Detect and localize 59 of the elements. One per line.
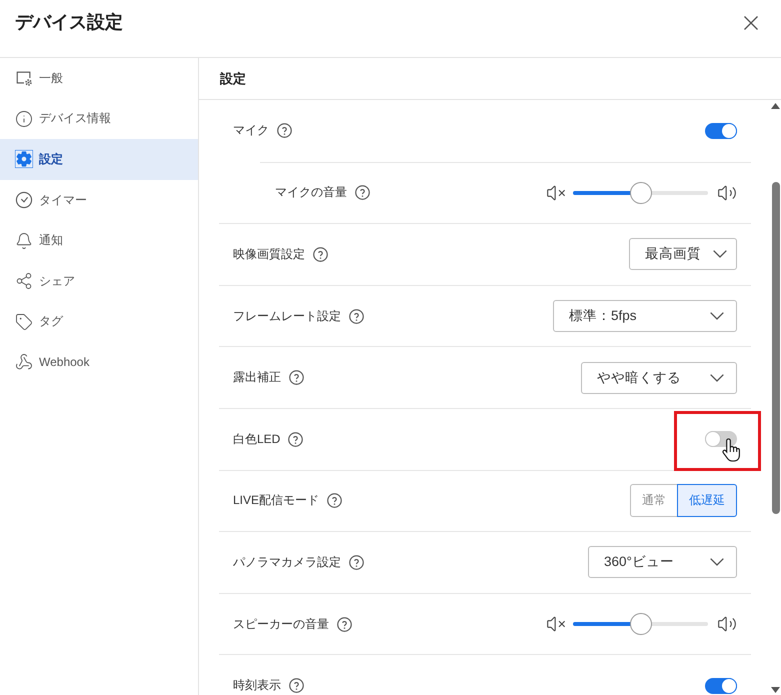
info-icon [15,110,33,128]
monitor-gear-icon [15,69,33,88]
sidebar-item[interactable]: 設定 [0,139,198,180]
dialog-title: デバイス設定 [15,11,123,33]
toggle-switch[interactable] [705,431,737,448]
settings-icon [15,150,33,168]
setting-label: パノラマカメラ設定 [233,554,341,571]
help-icon[interactable] [327,493,342,508]
tag-icon [15,312,33,331]
setting-label: 映像画質設定 [233,246,305,263]
sidebar-item[interactable]: タイマー [0,180,198,220]
segment-option[interactable]: 通常 [630,484,678,518]
select-dropdown[interactable]: 360°ビュー [588,546,737,578]
setting-label: マイク [233,122,269,140]
sidebar-item[interactable]: シェア [0,260,198,302]
select-dropdown[interactable]: やや暗くする [581,362,737,394]
setting-label: 露出補正 [233,369,281,386]
volume-slider[interactable] [573,613,708,636]
webhook-icon [15,353,33,372]
segment-option[interactable]: 低遅延 [677,484,737,518]
slider-thumb[interactable] [630,182,652,204]
sidebar-item[interactable]: デバイス情報 [0,98,198,140]
chevron-down-icon [710,312,724,320]
help-icon[interactable] [277,123,292,138]
scroll-up-arrow-icon[interactable] [771,103,780,109]
setting-label: 時刻表示 [233,677,281,694]
sidebar-item[interactable]: 一般 [0,58,198,99]
volume-slider[interactable] [573,182,708,204]
slider-thumb[interactable] [630,613,652,636]
sidebar-item[interactable]: タグ [0,302,198,342]
help-icon[interactable] [349,308,364,324]
select-dropdown[interactable]: 最高画質 [629,238,737,270]
help-icon[interactable] [313,246,328,262]
sidebar-item[interactable]: Webhook [0,342,198,383]
close-icon [744,16,758,30]
section-title: 設定 [220,70,246,88]
chevron-down-icon [713,250,727,258]
setting-label: LIVE配信モード [233,492,320,510]
help-icon[interactable] [337,616,352,632]
clock-icon [15,191,33,210]
scroll-down-arrow-icon[interactable] [771,687,780,693]
setting-label: スピーカーの音量 [233,616,329,633]
help-icon[interactable] [355,185,370,200]
bell-icon [15,232,33,250]
setting-label: フレームレート設定 [233,308,341,325]
chevron-down-icon [710,558,724,566]
sidebar-item[interactable]: 通知 [0,220,198,261]
help-icon[interactable] [289,678,304,694]
scrollbar-thumb[interactable] [772,182,780,514]
help-icon[interactable] [349,554,364,570]
share-icon [15,272,33,290]
chevron-down-icon [710,374,724,382]
toggle-switch[interactable] [705,122,737,139]
help-icon[interactable] [289,370,304,386]
select-dropdown[interactable]: 標準：5fps [553,300,737,332]
setting-label: マイクの音量 [275,184,347,202]
setting-label: 白色LED [233,430,280,448]
help-icon[interactable] [288,432,304,447]
toggle-switch[interactable] [705,678,737,694]
